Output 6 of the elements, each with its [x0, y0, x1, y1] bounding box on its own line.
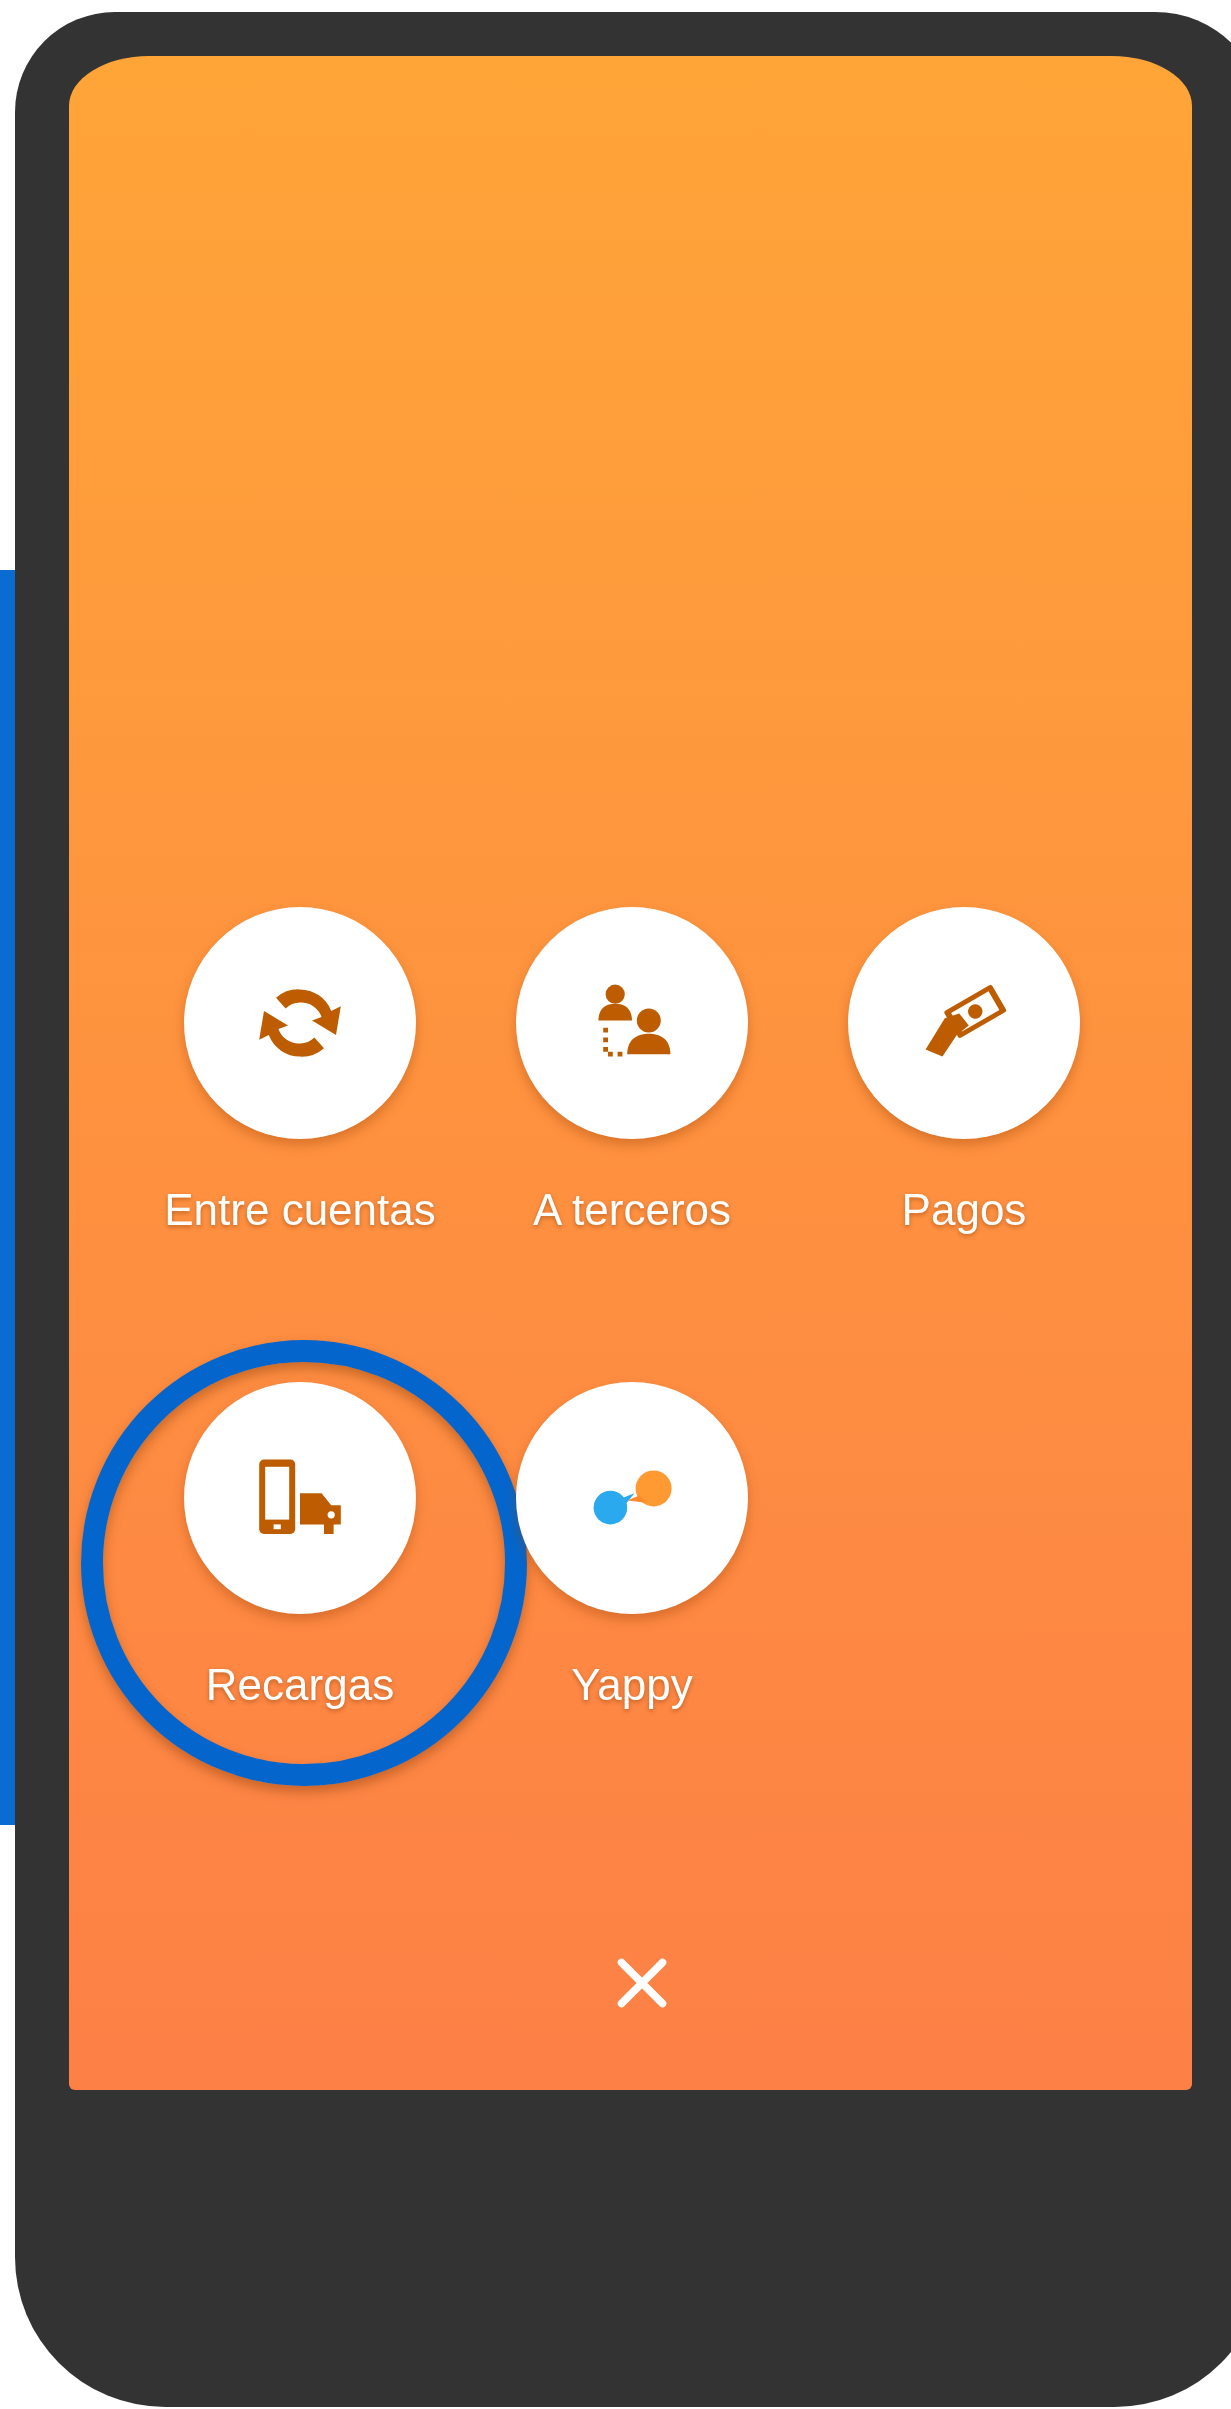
option-label[interactable]: Entre cuentas — [150, 1179, 450, 1241]
option-label[interactable]: Recargas — [150, 1654, 450, 1716]
option-label[interactable]: Pagos — [814, 1179, 1114, 1241]
option-label[interactable]: A terceros — [482, 1179, 782, 1241]
option-label[interactable]: Yappy — [482, 1654, 782, 1716]
close-icon — [615, 1956, 669, 2010]
